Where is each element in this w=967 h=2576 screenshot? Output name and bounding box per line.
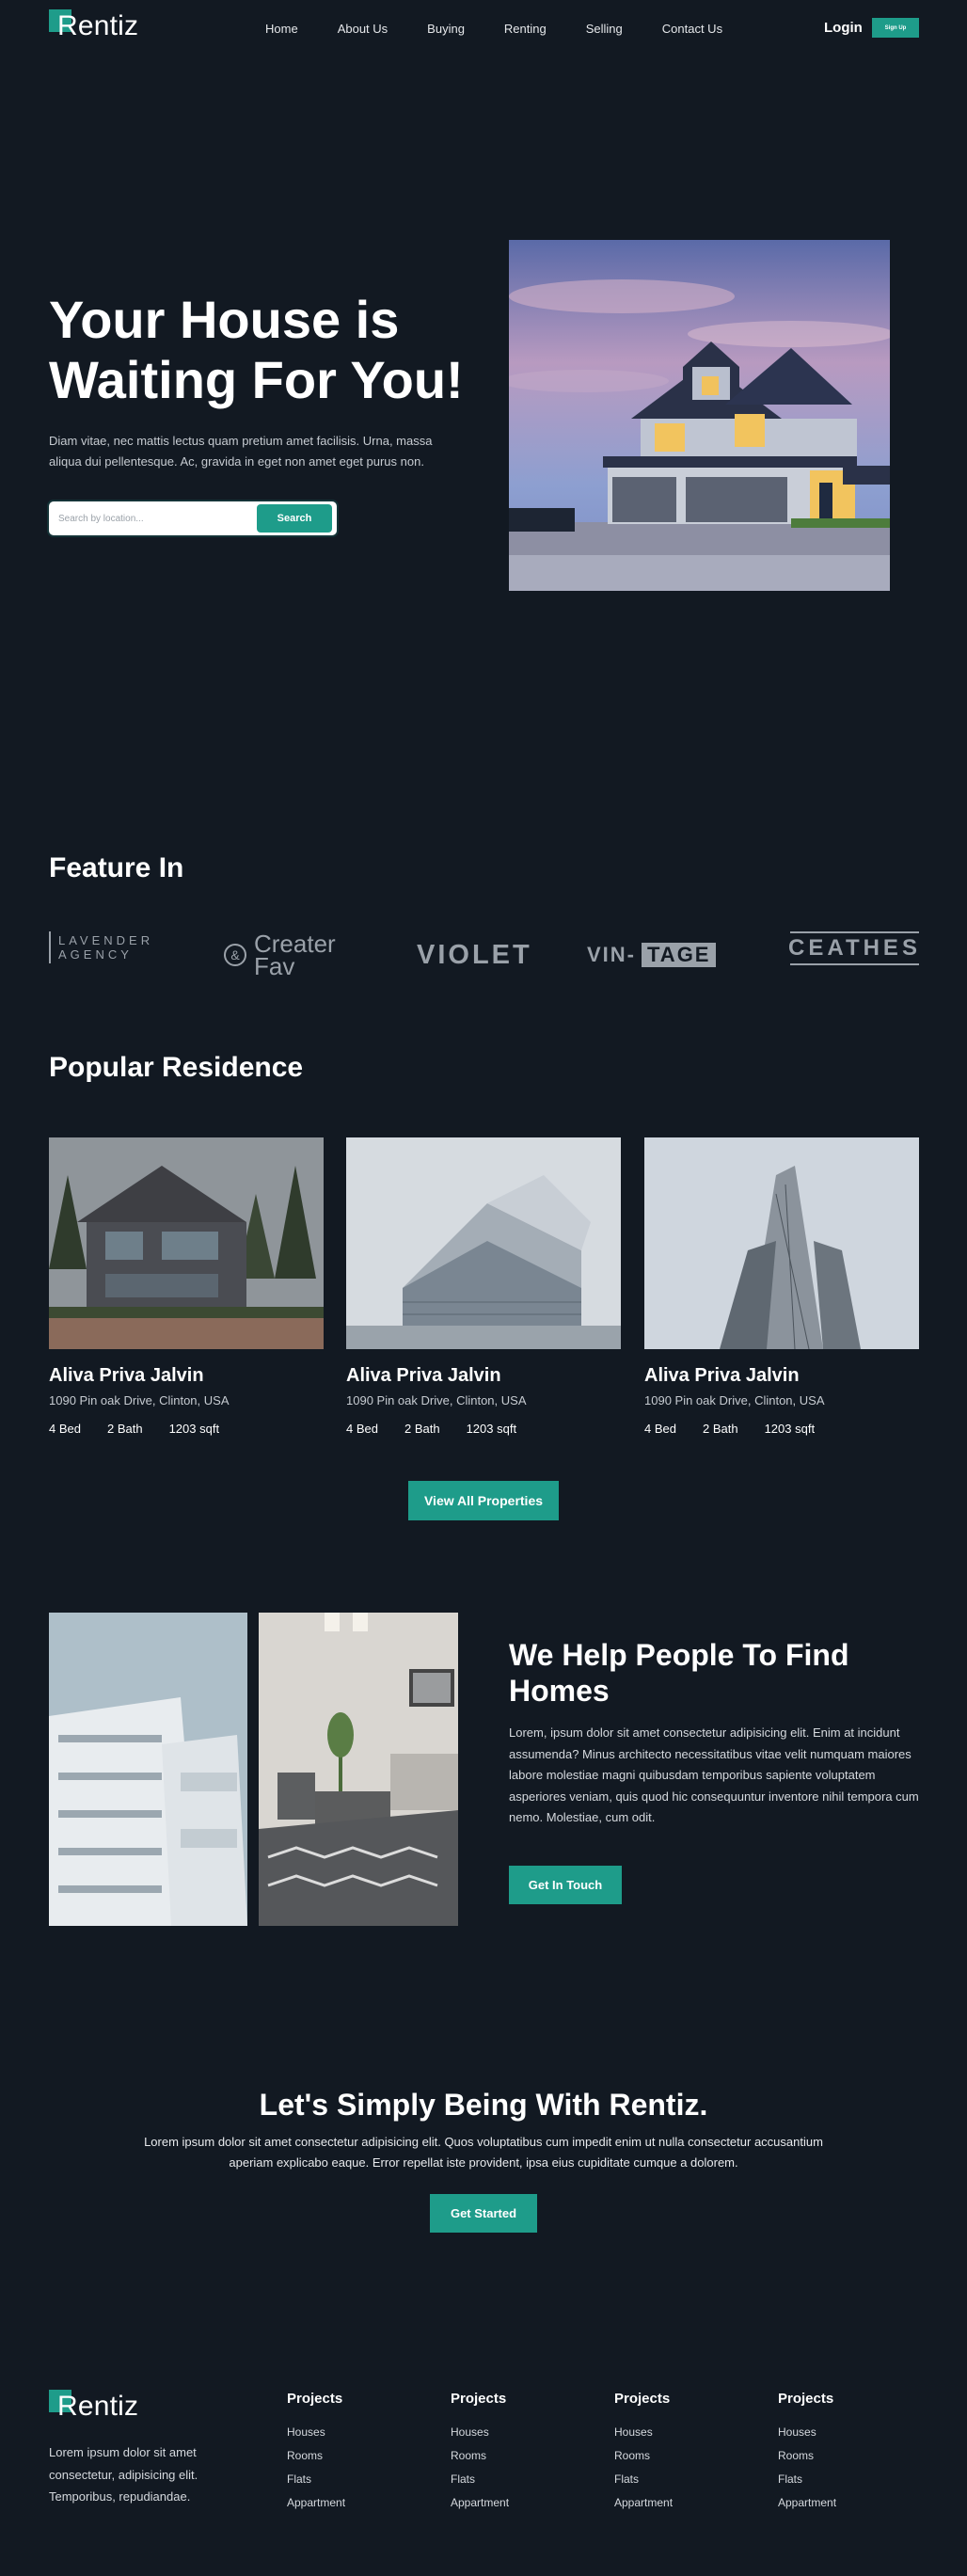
nav-link-home[interactable]: Home: [265, 22, 298, 36]
footer-link-rooms[interactable]: Rooms: [614, 2444, 737, 2468]
footer-description: Lorem ipsum dolor sit amet consectetur, …: [49, 2445, 198, 2504]
property-card[interactable]: Aliva Priva Jalvin 1090 Pin oak Drive, C…: [644, 1137, 919, 1448]
footer-link-houses[interactable]: Houses: [287, 2421, 409, 2444]
get-in-touch-button[interactable]: Get In Touch: [509, 1866, 622, 1904]
brand-vintage-tag: TAGE: [642, 943, 717, 967]
footer-column-heading: Projects: [451, 2391, 507, 2407]
property-title: Aliva Priva Jalvin: [49, 1365, 204, 1386]
brand-vintage: VIN- TAGE: [587, 931, 717, 978]
hero-description: Diam vitae, nec mattis lectus quam preti…: [49, 434, 433, 469]
property-card[interactable]: Aliva Priva Jalvin 1090 Pin oak Drive, C…: [346, 1137, 621, 1448]
brand-violet: VIOLET: [417, 931, 532, 978]
property-meta: 4 Bed 2 Bath 1203 sqft: [644, 1422, 841, 1436]
property-address: 1090 Pin oak Drive, Clinton, USA: [49, 1393, 230, 1407]
property-beds: 4 Bed: [49, 1422, 81, 1436]
footer-link-houses[interactable]: Houses: [778, 2421, 900, 2444]
property-meta: 4 Bed 2 Bath 1203 sqft: [49, 1422, 246, 1436]
property-baths: 2 Bath: [106, 1422, 143, 1436]
get-started-button[interactable]: Get Started: [430, 2194, 537, 2233]
property-image: [346, 1137, 621, 1349]
brand-creater-fav: & Creater Fav: [224, 931, 348, 978]
footer-link-houses[interactable]: Houses: [614, 2421, 737, 2444]
footer-link-rooms[interactable]: Rooms: [287, 2444, 409, 2468]
login-link[interactable]: Login: [824, 20, 863, 36]
signup-button[interactable]: Sign Up: [872, 18, 919, 38]
footer-column: Projects Houses Rooms Flats Appartment: [287, 2391, 409, 2515]
footer-link-flats[interactable]: Flats: [778, 2468, 900, 2491]
nav-link-about[interactable]: About Us: [338, 22, 388, 36]
footer-link-appartment[interactable]: Appartment: [614, 2491, 737, 2515]
footer-logo[interactable]: Rentiz: [49, 2390, 152, 2424]
nav-link-buying[interactable]: Buying: [427, 22, 465, 36]
hero-house-image: [509, 240, 890, 591]
location-search-input[interactable]: [58, 510, 237, 527]
footer-link-appartment[interactable]: Appartment: [778, 2491, 900, 2515]
brand-name: Rentiz: [57, 10, 139, 41]
top-navbar: Rentiz Home About Us Buying Renting Sell…: [0, 0, 967, 58]
help-title: We Help People To Find Homes: [509, 1638, 849, 1708]
property-card[interactable]: Aliva Priva Jalvin 1090 Pin oak Drive, C…: [49, 1137, 324, 1448]
nav-link-renting[interactable]: Renting: [504, 22, 547, 36]
footer-column: Projects Houses Rooms Flats Appartment: [451, 2391, 573, 2515]
property-area: 1203 sqft: [466, 1422, 517, 1436]
footer-column-heading: Projects: [614, 2391, 671, 2407]
footer-column-heading: Projects: [287, 2391, 343, 2407]
brand-creater-fav-label: Creater Fav: [254, 930, 336, 980]
brand-logo[interactable]: Rentiz: [49, 9, 152, 41]
building-facade-image: [49, 1613, 247, 1926]
property-title: Aliva Priva Jalvin: [644, 1365, 800, 1386]
brand-violet-label: VIOLET: [417, 939, 532, 970]
footer-link-flats[interactable]: Flats: [451, 2468, 573, 2491]
property-baths: 2 Bath: [702, 1422, 738, 1436]
cta-title: Let's Simply Being With Rentiz.: [259, 2088, 708, 2122]
nav-link-contact[interactable]: Contact Us: [662, 22, 722, 36]
property-meta: 4 Bed 2 Bath 1203 sqft: [346, 1422, 543, 1436]
property-address: 1090 Pin oak Drive, Clinton, USA: [346, 1393, 527, 1407]
nav-links: Home About Us Buying Renting Selling Con…: [265, 22, 762, 36]
footer-link-appartment[interactable]: Appartment: [451, 2491, 573, 2515]
search-button[interactable]: Search: [257, 504, 332, 533]
cta-description: Lorem ipsum dolor sit amet consectetur a…: [144, 2135, 823, 2170]
location-search-bar: Search: [49, 501, 337, 535]
property-baths: 2 Bath: [404, 1422, 440, 1436]
popular-heading: Popular Residence: [49, 1052, 304, 1083]
footer-link-flats[interactable]: Flats: [287, 2468, 409, 2491]
features-heading: Feature In: [49, 852, 184, 883]
living-room-image: [259, 1613, 458, 1926]
footer-column-heading: Projects: [778, 2391, 834, 2407]
brand-ceathes-label: CEATHES: [788, 935, 921, 961]
property-address: 1090 Pin oak Drive, Clinton, USA: [644, 1393, 825, 1407]
view-all-properties-button[interactable]: View All Properties: [408, 1481, 559, 1520]
footer-link-flats[interactable]: Flats: [614, 2468, 737, 2491]
property-title: Aliva Priva Jalvin: [346, 1365, 501, 1386]
brand-lavender-label: LAVENDER AGENCY: [58, 933, 154, 962]
footer-column: Projects Houses Rooms Flats Appartment: [778, 2391, 900, 2515]
property-image: [644, 1137, 919, 1349]
footer-column: Projects Houses Rooms Flats Appartment: [614, 2391, 737, 2515]
brand-vintage-label: VIN-: [587, 943, 636, 966]
footer-link-rooms[interactable]: Rooms: [778, 2444, 900, 2468]
creater-fav-icon: &: [224, 944, 246, 966]
brand-lavender-agency: LAVENDER AGENCY: [49, 931, 171, 963]
property-area: 1203 sqft: [168, 1422, 220, 1436]
nav-link-selling[interactable]: Selling: [586, 22, 623, 36]
property-image: [49, 1137, 324, 1349]
footer-link-rooms[interactable]: Rooms: [451, 2444, 573, 2468]
help-description: Lorem, ipsum dolor sit amet consectetur …: [509, 1725, 919, 1824]
footer-link-houses[interactable]: Houses: [451, 2421, 573, 2444]
brand-ceathes: CEATHES: [788, 931, 921, 965]
footer-link-appartment[interactable]: Appartment: [287, 2491, 409, 2515]
hero-title: Your House is Waiting For You!: [49, 290, 464, 409]
property-area: 1203 sqft: [764, 1422, 816, 1436]
footer-brand-name: Rentiz: [57, 2391, 139, 2422]
property-beds: 4 Bed: [644, 1422, 676, 1436]
property-beds: 4 Bed: [346, 1422, 378, 1436]
